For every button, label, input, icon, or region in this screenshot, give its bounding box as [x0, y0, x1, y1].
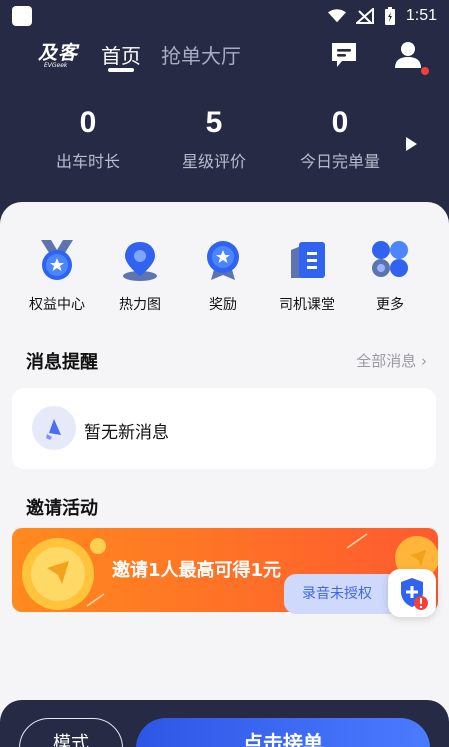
view-all-messages-link[interactable]: 全部消息 › [356, 350, 427, 371]
stat-star-rating[interactable]: 5 星级评价 [149, 100, 279, 172]
quick-label: 更多 [376, 297, 404, 313]
mode-button[interactable]: 模式 [19, 718, 123, 747]
stat-label: 出车时长 [55, 152, 120, 171]
award-icon [207, 241, 239, 280]
accept-order-button[interactable]: 点击接单 [136, 718, 430, 747]
status-icons: 1:51 [327, 4, 437, 28]
shield-icon [401, 578, 428, 610]
quick-driver-class[interactable]: 司机课堂 [267, 238, 347, 314]
stat-label: 今日完单量 [299, 152, 380, 171]
message-icon[interactable] [329, 40, 359, 70]
app-logo: 及客 EVGeek [38, 38, 84, 72]
message-card[interactable]: 暂无新消息 [12, 388, 436, 469]
quick-label: 权益中心 [29, 297, 85, 313]
bottom-action-bar: 模式 点击接单 [0, 700, 449, 747]
active-tab-indicator [108, 68, 134, 72]
wifi-icon [327, 9, 346, 23]
stat-drive-time[interactable]: 0 出车时长 [23, 100, 153, 172]
quick-label: 司机课堂 [279, 297, 335, 313]
stat-value: 5 [205, 106, 223, 139]
messages-heading: 消息提醒 [26, 352, 98, 373]
book-icon [291, 242, 325, 278]
megaphone-icon [32, 406, 76, 450]
quick-more[interactable]: 更多 [350, 238, 430, 314]
tab-home[interactable]: 首页 [101, 40, 141, 69]
invite-heading: 邀请活动 [26, 498, 98, 519]
medal-icon [41, 240, 73, 280]
quick-label: 奖励 [209, 297, 237, 313]
grid-more-icon [372, 241, 408, 277]
driver-stats: 0 出车时长 5 星级评价 0 今日完单量 [0, 100, 449, 180]
notification-dot [421, 67, 429, 75]
quick-label: 热力图 [119, 297, 161, 313]
battery-icon [384, 7, 395, 25]
tab-order-hall[interactable]: 抢单大厅 [161, 40, 241, 69]
logo-text: 及客 [38, 42, 79, 64]
notification-app-icon [12, 6, 32, 26]
play-arrow-icon[interactable] [406, 137, 417, 151]
map-pin-icon [123, 242, 157, 281]
recording-unauthorized-chip[interactable]: 录音未授权 [284, 574, 404, 614]
empty-message-text: 暂无新消息 [84, 423, 169, 443]
quick-rewards[interactable]: 奖励 [183, 238, 263, 314]
user-profile-icon[interactable] [394, 40, 424, 70]
stat-label: 星级评价 [181, 152, 246, 171]
stat-value: 0 [79, 106, 97, 139]
signal-icon [355, 8, 374, 24]
quick-benefits-center[interactable]: 权益中心 [17, 238, 97, 314]
status-bar: 1:51 [0, 0, 449, 32]
shield-security-button[interactable] [388, 569, 436, 617]
main-panel: 权益中心 热力图 奖励 司机课堂 更多 消息提醒 全部消息 › 暂无新消息 邀请… [0, 202, 449, 747]
stat-value: 0 [331, 106, 349, 139]
quick-heatmap[interactable]: 热力图 [100, 238, 180, 314]
status-time: 1:51 [405, 7, 437, 24]
top-header: 及客 EVGeek 首页 抢单大厅 [0, 32, 449, 80]
quick-actions: 权益中心 热力图 奖励 司机课堂 更多 [0, 238, 449, 318]
stat-today-orders[interactable]: 0 今日完单量 [275, 100, 405, 172]
invite-banner-text: 邀请1人最高可得1元 [112, 560, 282, 581]
